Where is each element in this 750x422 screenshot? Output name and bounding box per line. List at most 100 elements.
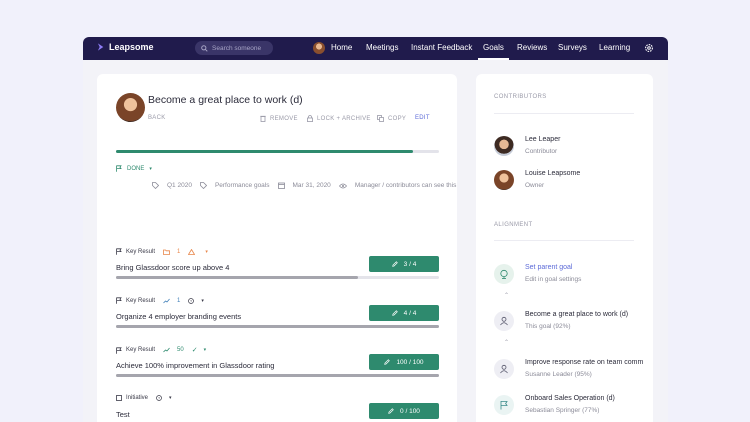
avatar — [494, 136, 514, 156]
contributor-item[interactable]: Louise Leapsome Owner — [494, 170, 580, 190]
key-result-progress-bar — [116, 325, 439, 328]
trend-count: 50 — [177, 347, 184, 353]
alignment-title: Set parent goal — [525, 264, 573, 271]
leapsome-logo-icon — [97, 43, 104, 51]
nav-home[interactable]: Home — [331, 43, 352, 52]
edit-button[interactable]: EDIT — [415, 115, 430, 121]
nav-meetings[interactable]: Meetings — [366, 43, 398, 52]
key-result-title: Organize 4 employer branding events — [116, 312, 242, 321]
key-result-progress-fill — [116, 325, 439, 328]
key-result-kind: Key Result — [126, 347, 156, 353]
pencil-icon — [388, 408, 394, 414]
update-progress-button[interactable]: 4 / 4 — [369, 305, 439, 321]
flag-icon — [116, 346, 122, 354]
checkbox-icon — [116, 395, 122, 401]
nav-surveys[interactable]: Surveys — [558, 43, 587, 52]
nav-instant-feedback[interactable]: Instant Feedback — [411, 43, 472, 52]
check-badge[interactable]: ✓ ▾ — [192, 346, 206, 354]
pencil-icon — [384, 359, 391, 365]
help-badge[interactable]: ? ▾ — [188, 298, 204, 304]
chevron-down-icon: ▾ — [203, 347, 207, 353]
pencil-icon — [391, 261, 398, 267]
back-link[interactable]: BACK — [148, 115, 166, 121]
progress-value: 100 / 100 — [396, 358, 424, 366]
progress-value: 3 / 4 — [403, 260, 417, 268]
pencil-icon — [391, 310, 398, 316]
avatar — [494, 170, 514, 190]
nav-goals[interactable]: Goals — [483, 43, 504, 52]
alignment-title: Onboard Sales Operation (d) — [525, 395, 615, 402]
key-result-kind: Key Result — [126, 297, 156, 304]
goal-progress-fill — [116, 150, 414, 153]
goal-meta: Q1 2020 Performance goals Mar 31, 2020 M… — [152, 182, 456, 189]
copy-icon — [377, 115, 384, 122]
search-input[interactable]: Search someone — [195, 41, 273, 55]
folder-icon — [163, 249, 170, 255]
key-result-title: Achieve 100% improvement in Glassdoor ra… — [116, 361, 275, 370]
goal-title: Become a great place to work (d) — [148, 94, 303, 106]
search-icon — [201, 44, 208, 52]
trend-badge[interactable]: 50 — [163, 347, 184, 353]
flag-icon — [116, 297, 122, 304]
alignment-subtitle: Sebastian Springer (77%) — [525, 407, 600, 414]
help-circle-icon: ? — [156, 395, 162, 401]
divider — [494, 113, 634, 114]
key-result-progress-fill — [116, 374, 439, 377]
alignment-heading: ALIGNMENT — [494, 222, 533, 228]
initiative-header: Initiative ? ▾ — [116, 395, 172, 401]
remove-button[interactable]: REMOVE — [260, 115, 298, 122]
goal-date: Mar 31, 2020 — [292, 182, 331, 189]
remove-label: REMOVE — [270, 115, 298, 122]
edit-label: EDIT — [415, 115, 430, 121]
status-dropdown[interactable]: DONE ▾ — [116, 165, 152, 172]
trend-badge[interactable]: 1 — [163, 298, 180, 304]
goal-visibility: Manager / contributors can see this — [354, 182, 457, 189]
copy-label: COPY — [388, 115, 407, 122]
help-circle-icon: ? — [188, 297, 195, 304]
calendar-icon — [277, 182, 285, 189]
alignment-title: Become a great place to work (d) — [525, 311, 629, 318]
goal-type: Performance goals — [214, 182, 270, 189]
flag-icon — [116, 165, 122, 172]
chevron-up-icon: ⌃ — [504, 340, 510, 346]
warning-icon — [188, 248, 196, 255]
flag-icon — [494, 395, 514, 415]
copy-button[interactable]: COPY — [377, 115, 406, 122]
contributor-item[interactable]: Lee Leaper Contributor — [494, 136, 560, 156]
nav-reviews[interactable]: Reviews — [517, 43, 547, 52]
brand-logo[interactable]: Leapsome — [97, 42, 154, 52]
gear-icon[interactable] — [644, 43, 654, 53]
nav-active-indicator — [478, 58, 509, 60]
alignment-subtitle: This goal (92%) — [525, 323, 571, 330]
lock-icon — [307, 115, 313, 122]
goal-quarter: Q1 2020 — [167, 182, 192, 189]
trend-count: 1 — [177, 297, 181, 304]
update-progress-button[interactable]: 100 / 100 — [369, 354, 439, 370]
progress-value: 4 / 4 — [403, 309, 417, 317]
person-icon — [494, 359, 514, 379]
chevron-down-icon: ▾ — [169, 395, 172, 401]
globe-icon — [494, 264, 514, 284]
contributor-role: Contributor — [525, 148, 558, 155]
contributor-name: Louise Leapsome — [525, 170, 581, 177]
tag-icon — [152, 182, 159, 189]
alignment-title: Improve response rate on team comm — [525, 359, 644, 366]
warning-badge[interactable]: ▾ — [188, 248, 208, 255]
update-progress-button[interactable]: 3 / 4 — [369, 256, 439, 272]
key-result-progress-fill — [116, 276, 359, 279]
person-icon — [494, 311, 514, 331]
lock-archive-button[interactable]: LOCK + ARCHIVE — [307, 115, 371, 122]
help-badge[interactable]: ? ▾ — [156, 395, 172, 401]
key-result-progress-bar — [116, 374, 439, 377]
initiative-kind: Initiative — [126, 395, 149, 401]
check-icon: ✓ — [191, 347, 198, 354]
comment-badge[interactable]: 1 — [163, 249, 180, 255]
user-avatar[interactable] — [313, 42, 325, 54]
app-window: Leapsome Search someone Home Meetings In… — [83, 37, 668, 422]
alignment-subtitle: Susanne Leader (95%) — [525, 371, 592, 378]
nav-learning[interactable]: Learning — [599, 43, 630, 52]
key-result-header: Key Result 1 ▾ — [116, 248, 208, 255]
chevron-up-icon: ⌃ — [504, 293, 510, 299]
update-progress-button[interactable]: 0 / 100 — [369, 403, 439, 419]
contributors-heading: CONTRIBUTORS — [494, 94, 547, 100]
